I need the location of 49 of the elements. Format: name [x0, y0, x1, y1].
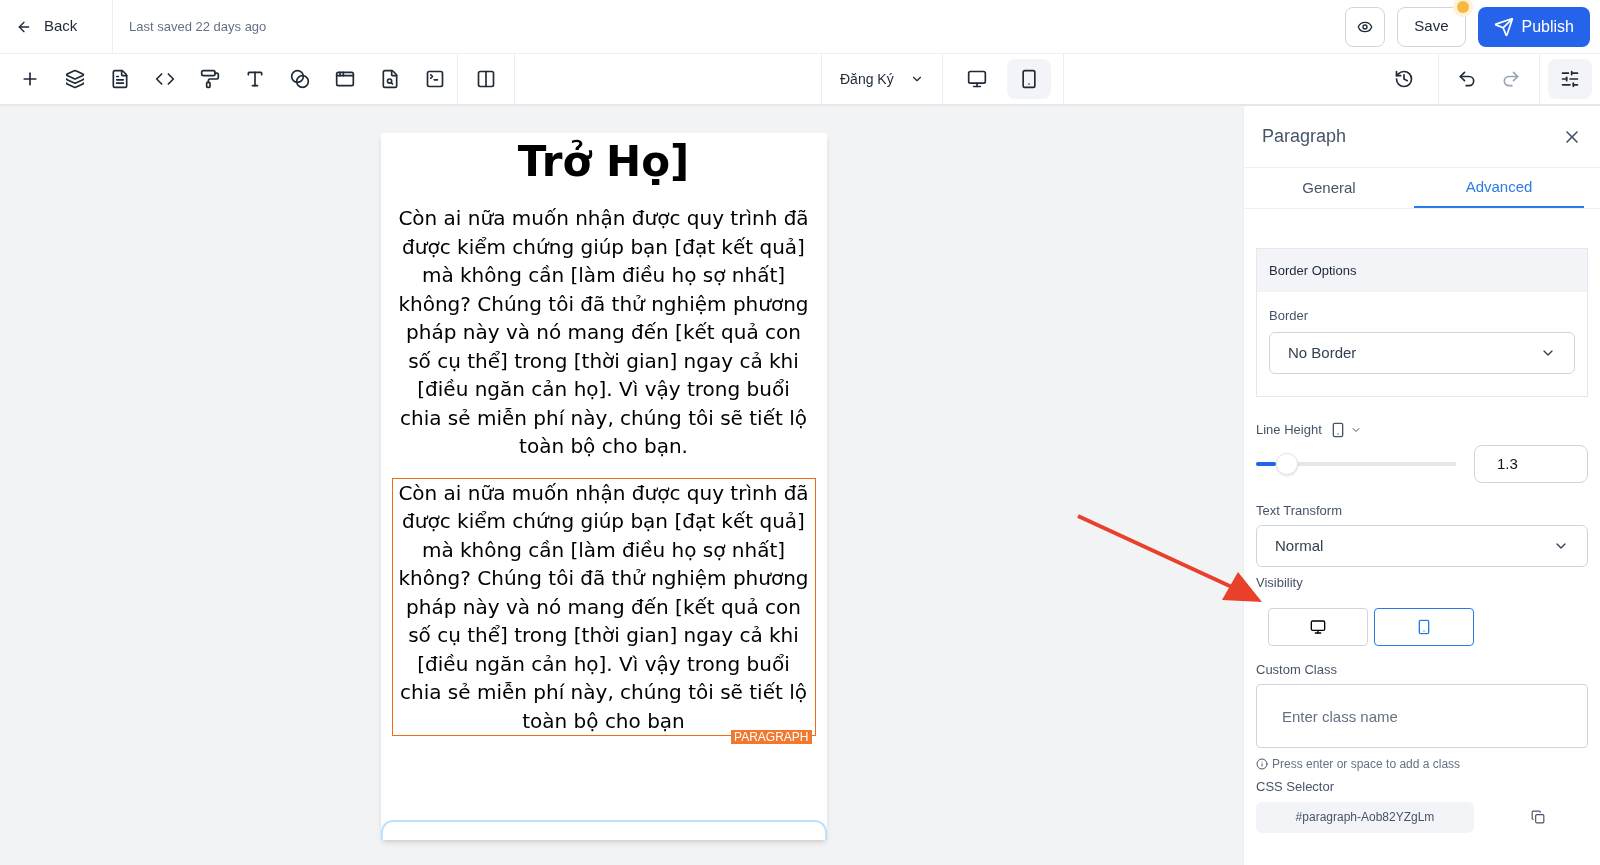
paint-roller-icon	[199, 69, 220, 89]
preview-button[interactable]	[1345, 6, 1386, 47]
border-select[interactable]: No Border	[1269, 332, 1575, 374]
info-icon	[1256, 758, 1268, 770]
history-icon	[1394, 69, 1414, 89]
custom-class-input[interactable]: Enter class name	[1256, 684, 1588, 748]
text-transform-select[interactable]: Normal	[1256, 525, 1588, 567]
line-height-input[interactable]: 1.3	[1474, 444, 1588, 483]
undo-button[interactable]	[1457, 69, 1477, 89]
terminal-icon	[424, 69, 445, 89]
hint-text: Press enter or space to add a class	[1272, 756, 1461, 773]
history-button[interactable]	[1394, 69, 1414, 89]
visibility-toggle[interactable]	[1374, 607, 1474, 646]
last-saved-text: Last saved 22 days ago	[129, 17, 267, 36]
section-title: Border Options	[1269, 261, 1357, 280]
element-type-badge: PARAGRAPH	[731, 730, 812, 744]
columns-icon	[476, 69, 496, 89]
panel-title: Paragraph	[1262, 125, 1347, 148]
copy-icon	[1531, 810, 1545, 824]
phone-icon	[1019, 69, 1039, 89]
slider-thumb[interactable]	[1276, 452, 1298, 475]
panel-tab[interactable]: General	[1244, 168, 1414, 208]
settings-icon	[1560, 69, 1580, 89]
field-label: CSS Selector	[1256, 778, 1336, 796]
redo-icon	[1501, 69, 1521, 89]
monitor-icon	[1310, 618, 1326, 635]
back-button[interactable]: Back	[0, 0, 113, 53]
field-label: Text Transform	[1256, 501, 1343, 520]
phone-icon	[1416, 618, 1432, 635]
field-label: Visibility	[1256, 574, 1304, 592]
circles-icon	[289, 69, 310, 89]
panel-tab[interactable]: Advanced	[1414, 168, 1584, 208]
redo-button[interactable]	[1501, 69, 1521, 89]
page-select[interactable]: Đăng Ký	[821, 54, 943, 104]
settings-button[interactable]	[1548, 59, 1592, 99]
device-toggle[interactable]	[1007, 59, 1051, 99]
page-heading: Trở Họ]	[517, 137, 690, 187]
monitor-icon	[967, 69, 987, 89]
css-selector-value: #paragraph-Aob82YZgLm	[1256, 801, 1474, 833]
layers-icon	[64, 69, 85, 89]
field-label: Border	[1269, 308, 1309, 323]
publish-button[interactable]: Publish	[1477, 6, 1590, 47]
undo-icon	[1457, 69, 1477, 89]
window-icon	[334, 69, 355, 89]
copy-button[interactable]	[1531, 810, 1545, 824]
send-icon	[1493, 16, 1514, 37]
field-label: Line Height	[1256, 421, 1322, 439]
field-label: Custom Class	[1256, 660, 1338, 679]
paragraph-text[interactable]: Còn ai nữa muốn nhận được quy trình đã được kiểm chứng giúp bạn [đạt kết quả] mà không cần [làm điều họ sợ nhất] không? Chúng tôi đã thử nghiệm phương pháp này và nó mang đến [kết quả con số cụ thể] trong [thời gian] ngay cả khi [điều ngăn cản họ]. Vì vậy trong buổi chia sẻ miễn phí này, chúng tôi sẽ tiết lộ toàn bộ cho bạn.	[391, 203, 816, 462]
